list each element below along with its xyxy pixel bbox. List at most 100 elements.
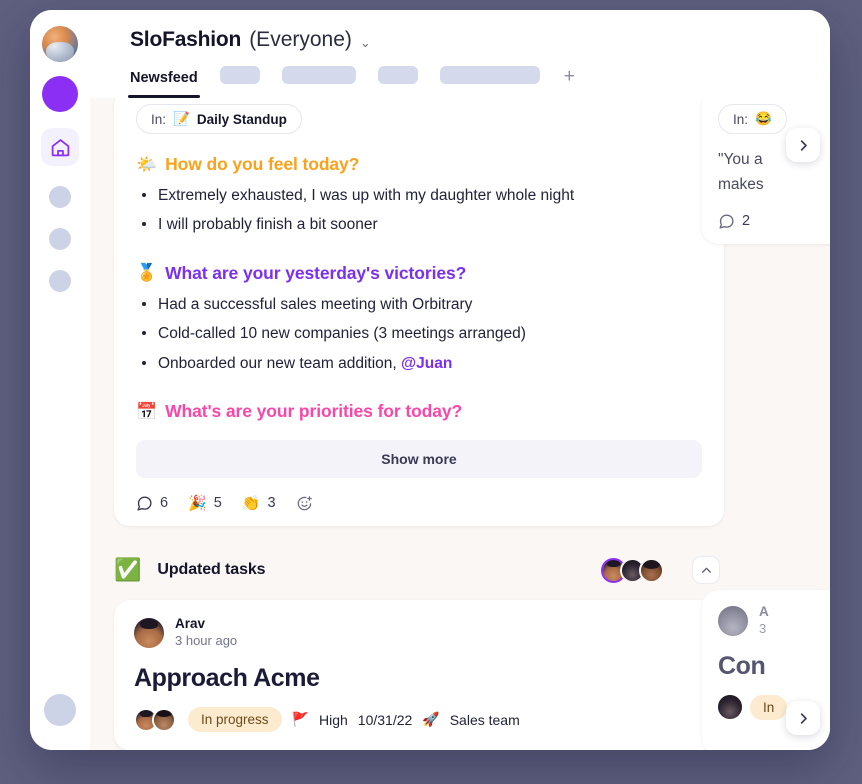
task-card[interactable]: Arav 3 hour ago Approach Acme In progres… <box>114 600 724 750</box>
app-window: SloFashion (Everyone) ⌄ Newsfeed + In: 📝… <box>30 10 830 750</box>
sun-cloud-icon: 🌤️ <box>136 154 158 174</box>
add-reaction-button[interactable] <box>296 495 313 512</box>
workspace-scope: (Everyone) <box>249 28 352 51</box>
list-item: Cold-called 10 new companies (3 meetings… <box>136 323 702 345</box>
rocket-icon: 🚀 <box>422 711 440 728</box>
tab-placeholder-3[interactable] <box>377 66 418 84</box>
task-author-name: Arav <box>175 616 206 632</box>
avatar[interactable] <box>718 695 742 720</box>
avatar[interactable] <box>134 618 164 649</box>
chevron-right-icon <box>800 712 807 724</box>
check-mark-icon: ✅ <box>114 557 142 583</box>
answers-list-1: Extremely exhausted, I was up with my da… <box>136 185 702 237</box>
peek-comment-count: 2 <box>742 213 751 229</box>
party-reaction[interactable]: 🎉 5 <box>188 494 222 512</box>
participant-avatars[interactable] <box>601 557 664 583</box>
calendar-icon: 📅 <box>136 401 158 421</box>
user-avatar-placeholder[interactable] <box>44 694 76 726</box>
workspace-title-row[interactable]: SloFashion (Everyone) ⌄ <box>90 28 830 66</box>
tab-placeholder-2[interactable] <box>281 66 356 84</box>
peek-status-badge[interactable]: In <box>750 694 788 720</box>
next-column-peek: In: 😂 "You a makes 2 A 3 Con In <box>688 98 830 750</box>
page-title: SloFashion <box>130 28 242 51</box>
placeholder-dot-1[interactable] <box>49 186 71 208</box>
add-reaction-icon <box>297 496 312 511</box>
list-item: Extremely exhausted, I was up with my da… <box>136 185 702 207</box>
flag-icon: 🚩 <box>291 711 309 728</box>
app-main: SloFashion (Everyone) ⌄ Newsfeed + In: 📝… <box>90 10 830 750</box>
content-area: In: 📝 Daily Standup 🌤️ How do you feel t… <box>90 98 830 750</box>
peek-quote-line-2: makes <box>718 176 764 194</box>
notepad-icon: 📝 <box>173 111 190 126</box>
laughing-emoji-icon: 😂 <box>755 111 772 126</box>
peek-channel-chip[interactable]: In: 😂 <box>718 104 787 134</box>
updated-tasks-header: ✅ Updated tasks <box>114 556 724 585</box>
placeholder-dot-2[interactable] <box>49 228 71 250</box>
question-heading-2: 🏅 What are your yesterday's victories? <box>136 263 702 284</box>
status-badge[interactable]: In progress <box>188 707 282 733</box>
question-text-1: How do you feel today? <box>165 154 360 174</box>
mention-juan[interactable]: @Juan <box>401 355 452 372</box>
comment-count: 6 <box>160 495 169 512</box>
avatar[interactable] <box>718 605 748 636</box>
placeholder-dot-3[interactable] <box>49 270 71 292</box>
tab-bar: Newsfeed + <box>90 66 830 98</box>
task-meta-row: In progress 🚩 High 10/31/22 🚀 Sales team <box>134 707 704 733</box>
task-author-row: Arav 3 hour ago <box>134 616 704 650</box>
question-text-3: What's are your priorities for today? <box>165 401 463 422</box>
workspace-switch-purple[interactable] <box>42 76 78 112</box>
channel-name: Daily Standup <box>196 111 287 127</box>
party-count: 5 <box>213 495 222 512</box>
section-title: Updated tasks <box>157 561 266 579</box>
answers-list-2: Had a successful sales meeting with Orbi… <box>136 294 702 375</box>
tab-placeholder-1[interactable] <box>219 66 260 84</box>
comment-icon <box>719 214 734 229</box>
add-tab-button[interactable]: + <box>564 67 575 86</box>
in-label: In: <box>151 111 167 127</box>
show-more-button[interactable]: Show more <box>136 440 702 479</box>
project-name: Sales team <box>449 711 520 728</box>
tab-newsfeed[interactable]: Newsfeed <box>128 70 200 98</box>
next-post-arrow-bottom[interactable] <box>786 701 820 735</box>
list-item: Onboarded our new team addition, @Juan <box>136 353 702 375</box>
list-item: I will probably finish a bit sooner <box>136 214 702 236</box>
task-timestamp: 3 hour ago <box>175 633 238 649</box>
standup-post-card: In: 📝 Daily Standup 🌤️ How do you feel t… <box>114 98 724 527</box>
peek-author-row: A 3 <box>718 604 830 638</box>
home-icon <box>51 138 69 156</box>
clap-count: 3 <box>267 495 276 512</box>
party-popper-icon: 🎉 <box>188 495 207 513</box>
peek-task-title[interactable]: Con <box>718 652 830 681</box>
peek-comment-reaction[interactable]: 2 <box>718 213 830 230</box>
peek-post-card[interactable]: In: 😂 "You a makes 2 <box>702 98 830 244</box>
avatar[interactable] <box>152 707 176 732</box>
post-channel-chip[interactable]: In: 📝 Daily Standup <box>136 104 302 134</box>
comment-reaction[interactable]: 6 <box>136 495 168 512</box>
chevron-down-icon[interactable]: ⌄ <box>360 32 371 49</box>
left-rail <box>30 10 90 750</box>
avatar[interactable] <box>639 557 664 583</box>
task-assignees[interactable] <box>134 707 176 732</box>
clap-icon: 👏 <box>241 495 261 513</box>
reaction-bar: 6 🎉 5 👏 3 <box>136 494 702 512</box>
question-heading-1: 🌤️ How do you feel today? <box>136 154 702 175</box>
workspace-avatar[interactable] <box>42 26 78 62</box>
medal-icon: 🏅 <box>136 263 158 283</box>
question-text-2: What are your yesterday's victories? <box>165 262 467 283</box>
peek-timestamp: 3 <box>759 620 767 636</box>
peek-author-name: A <box>759 604 769 619</box>
sidebar-item-home[interactable] <box>41 128 79 166</box>
due-date: 10/31/22 <box>357 711 413 728</box>
question-heading-3: 📅 What's are your priorities for today? <box>136 401 702 422</box>
comment-icon <box>137 496 152 511</box>
tab-placeholder-4[interactable] <box>439 66 540 84</box>
top-bar: SloFashion (Everyone) ⌄ Newsfeed + <box>90 10 830 98</box>
clap-reaction[interactable]: 👏 3 <box>242 494 276 512</box>
task-title[interactable]: Approach Acme <box>134 664 704 693</box>
chevron-right-icon <box>800 139 807 151</box>
next-post-arrow-top[interactable] <box>786 128 820 162</box>
priority-label: High <box>318 711 348 728</box>
in-label: In: <box>733 111 749 127</box>
newsfeed-column: In: 📝 Daily Standup 🌤️ How do you feel t… <box>90 98 748 750</box>
list-item: Had a successful sales meeting with Orbi… <box>136 294 702 316</box>
